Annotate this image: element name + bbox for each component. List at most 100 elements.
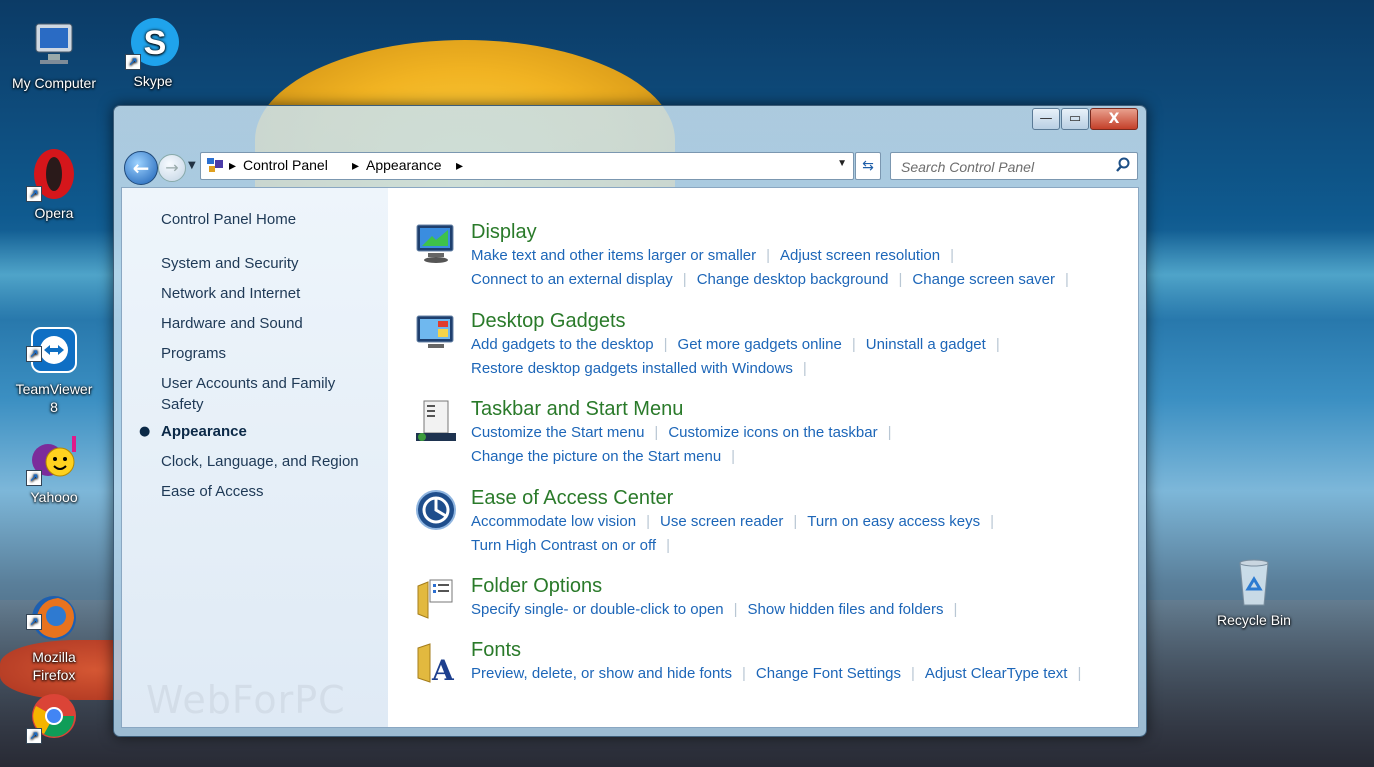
link-separator: | xyxy=(950,247,955,264)
category-task-link[interactable]: Turn on easy access keys xyxy=(807,513,980,530)
category-title[interactable]: Taskbar and Start Menu xyxy=(471,397,683,421)
link-separator: | xyxy=(663,336,668,353)
category-task-link[interactable]: Add gadgets to the desktop xyxy=(471,336,654,353)
chevron-right-icon[interactable]: ▸ xyxy=(456,157,463,174)
refresh-button[interactable]: ⇆ xyxy=(855,152,881,180)
desktop-icon-chrome[interactable]: ↗ xyxy=(4,690,104,746)
left-nav-user-accounts[interactable]: User Accounts and Family Safety xyxy=(161,373,361,415)
current-page-bullet-icon: ● xyxy=(139,424,151,439)
address-bar[interactable]: ▸ Control Panel ▸ Appearance ▸ ▼ xyxy=(200,152,854,180)
category-link-line: Connect to an external display | Change de… xyxy=(471,270,1079,290)
chrome-icon: ↗ xyxy=(26,690,80,744)
minimize-button[interactable]: — xyxy=(1032,108,1060,130)
forward-arrow-icon: → xyxy=(165,158,179,177)
forward-button[interactable]: → xyxy=(158,154,186,182)
shortcut-arrow-icon: ↗ xyxy=(26,186,42,202)
category-task-link[interactable]: Change screen saver xyxy=(912,271,1055,288)
left-nav-network-and-internet[interactable]: Network and Internet xyxy=(161,283,300,304)
link-separator: | xyxy=(731,448,736,465)
search-icon[interactable] xyxy=(1115,157,1131,173)
category-link-line: Change the picture on the Start menu | xyxy=(471,447,745,467)
category-task-link[interactable]: Change the picture on the Start menu xyxy=(471,448,721,465)
svg-text:A: A xyxy=(431,654,455,684)
back-button[interactable]: ← xyxy=(124,151,158,185)
category-task-link[interactable]: Specify single- or double-click to open xyxy=(471,601,724,618)
category-link-line: Add gadgets to the desktop | Get more gadg… xyxy=(471,335,1010,355)
folder-options-icon xyxy=(417,579,453,619)
link-separator: | xyxy=(793,513,798,530)
category-task-link[interactable]: Uninstall a gadget xyxy=(866,336,986,353)
category-title[interactable]: Folder Options xyxy=(471,574,602,598)
category-task-link[interactable]: Change desktop background xyxy=(697,271,889,288)
desktop-icon-yahooo[interactable]: ↗ Yahooo xyxy=(4,432,104,506)
left-nav-appearance[interactable]: Appearance xyxy=(161,421,247,442)
desktop-icon-my-computer[interactable]: My Computer xyxy=(4,18,104,92)
desktop-icon-skype[interactable]: S ↗ Skype xyxy=(103,16,203,90)
link-separator: | xyxy=(990,513,995,530)
desktop-icon-teamviewer[interactable]: ↗ TeamViewer 8 xyxy=(4,292,104,432)
skype-icon: S ↗ xyxy=(125,16,179,70)
category-task-link[interactable]: Turn High Contrast on or off xyxy=(471,537,656,554)
taskbar-icon xyxy=(416,400,456,441)
chevron-right-icon[interactable]: ▸ xyxy=(229,157,236,174)
content-area: Control Panel Home System and Security N… xyxy=(121,187,1139,728)
category-title[interactable]: Desktop Gadgets xyxy=(471,309,626,333)
maximize-button[interactable]: ▭ xyxy=(1061,108,1089,130)
link-separator: | xyxy=(742,665,746,682)
teamviewer-icon: ↗ xyxy=(26,308,80,373)
link-separator: | xyxy=(646,513,650,530)
link-separator: | xyxy=(953,601,958,618)
breadcrumb-control-panel[interactable]: Control Panel xyxy=(243,157,328,173)
category-link-line: Preview, delete, or show and hide fonts |… xyxy=(471,664,1091,684)
search-box[interactable] xyxy=(890,152,1138,180)
desktop-icon-label: Yahooo xyxy=(30,489,78,505)
link-separator: | xyxy=(666,537,670,554)
link-separator: | xyxy=(1065,271,1069,288)
desktop-icon-recycle-bin[interactable]: Recycle Bin xyxy=(1204,555,1304,629)
category-task-link[interactable]: Customize icons on the taskbar xyxy=(668,424,877,441)
link-separator: | xyxy=(887,424,892,441)
display-icon xyxy=(416,224,454,263)
category-task-link[interactable]: Adjust ClearType text xyxy=(925,665,1068,682)
category-task-link[interactable]: Accommodate low vision xyxy=(471,513,636,530)
close-button[interactable]: X xyxy=(1090,108,1138,130)
category-task-link[interactable]: Make text and other items larger or smal… xyxy=(471,247,756,264)
category-link-line: Make text and other items larger or smal… xyxy=(471,246,964,266)
desktop-icon-opera[interactable]: ↗ Opera xyxy=(4,148,104,222)
left-nav-ease-of-access[interactable]: Ease of Access xyxy=(161,481,264,502)
category-title[interactable]: Fonts xyxy=(471,638,521,662)
category-task-link[interactable]: Preview, delete, or show and hide fonts xyxy=(471,665,732,682)
control-panel-home-link[interactable]: Control Panel Home xyxy=(161,209,296,230)
left-nav-programs[interactable]: Programs xyxy=(161,343,226,364)
computer-icon xyxy=(28,18,80,70)
category-task-link[interactable]: Connect to an external display xyxy=(471,271,673,288)
category-task-link[interactable]: Customize the Start menu xyxy=(471,424,644,441)
desktop-icon-firefox[interactable]: ↗ Mozilla Firefox xyxy=(4,560,104,700)
category-task-link[interactable]: Get more gadgets online xyxy=(678,336,842,353)
category-task-link[interactable]: Adjust screen resolution xyxy=(780,247,940,264)
category-task-link[interactable]: Use screen reader xyxy=(660,513,783,530)
breadcrumb-appearance[interactable]: Appearance xyxy=(366,157,442,173)
recent-pages-dropdown[interactable]: ▼ xyxy=(188,160,196,171)
desktop-icon-label: My Computer xyxy=(11,75,97,91)
window-caption-buttons: — ▭ X xyxy=(1031,108,1138,130)
fonts-icon: A xyxy=(417,643,455,684)
category-task-link[interactable]: Restore desktop gadgets installed with W… xyxy=(471,360,793,377)
shortcut-arrow-icon: ↗ xyxy=(26,614,42,630)
chevron-right-icon[interactable]: ▸ xyxy=(352,157,359,174)
left-nav-system-and-security[interactable]: System and Security xyxy=(161,253,299,274)
category-title[interactable]: Ease of Access Center xyxy=(471,486,673,510)
category-title[interactable]: Display xyxy=(471,220,537,244)
left-nav-clock-language-region[interactable]: Clock, Language, and Region xyxy=(161,451,359,472)
left-nav-hardware-and-sound[interactable]: Hardware and Sound xyxy=(161,313,303,334)
category-task-link[interactable]: Show hidden files and folders xyxy=(748,601,944,618)
address-dropdown-icon[interactable]: ▼ xyxy=(837,158,847,169)
link-separator: | xyxy=(851,336,856,353)
link-separator: | xyxy=(733,601,738,618)
category-link-line: Accommodate low vision | Use screen reader… xyxy=(471,512,1004,532)
category-task-link[interactable]: Change Font Settings xyxy=(756,665,901,682)
control-panel-window[interactable]: — ▭ X ← → ▼ ▸ Control Panel ▸ Appearance… xyxy=(113,105,1147,737)
category-link-line: Turn High Contrast on or off | xyxy=(471,536,680,556)
link-separator: | xyxy=(995,336,1000,353)
search-input[interactable] xyxy=(899,156,1103,178)
